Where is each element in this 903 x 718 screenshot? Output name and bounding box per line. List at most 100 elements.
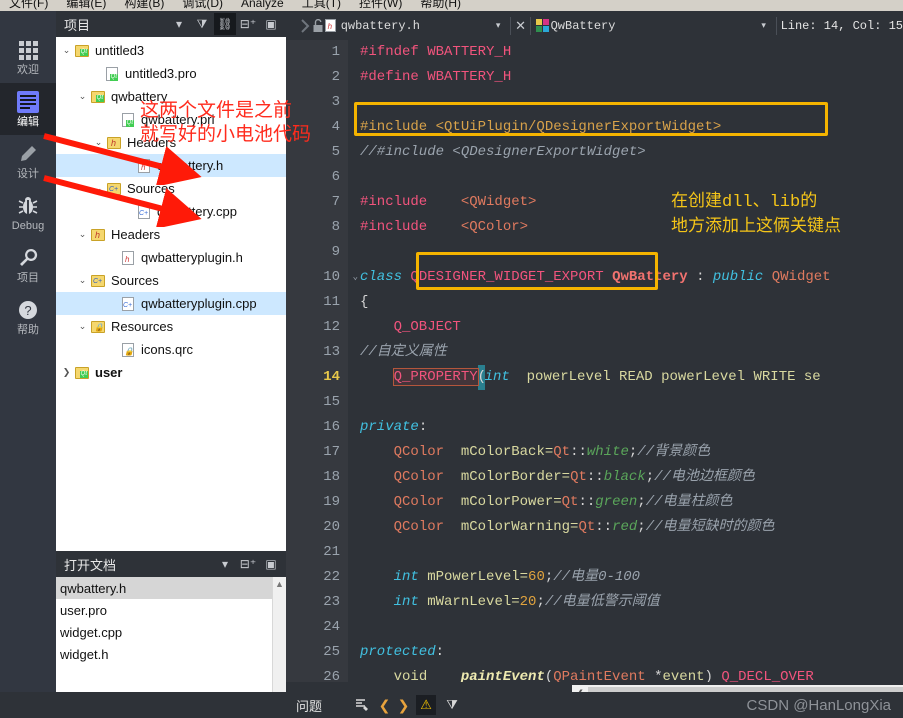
tree-row[interactable]: ⌄ icons.qrc — [56, 338, 286, 361]
expand-arrow-icon[interactable]: ⌄ — [76, 91, 89, 102]
tree-row[interactable]: ⌄ qwbattery.pri — [56, 108, 286, 131]
tree-row[interactable]: ⌄ qwbattery.cpp — [56, 200, 286, 223]
expand-arrow-icon[interactable]: ⌄ — [92, 137, 105, 148]
mode-debug[interactable]: Debug — [0, 187, 56, 239]
menu-bar: 文件(F) 编辑(E) 构建(B) 调试(D) Analyze 工具(T) 控件… — [0, 0, 903, 11]
mode-edit[interactable]: 编辑 — [0, 83, 56, 135]
next-issue-icon[interactable]: ❯ — [397, 695, 410, 715]
code-token: //电量短缺时的颜色 — [645, 519, 775, 535]
filter-icon[interactable]: ⧩ — [442, 695, 462, 715]
line-number-gutter: 1 2 3 4 5 6 7 8 9 10 ⌄ 11 12 13 14 15 16… — [286, 40, 358, 682]
h-file-icon — [135, 158, 153, 173]
filter-list-icon[interactable] — [352, 695, 372, 715]
file-chevron-down-icon[interactable]: ▾ — [490, 20, 507, 31]
tree-row[interactable]: ⌄ qwbattery — [56, 85, 286, 108]
collapse-icon[interactable]: ▣ — [260, 553, 282, 575]
open-document-label: widget.cpp — [60, 624, 123, 640]
link-icon[interactable]: ⛓ — [214, 13, 236, 35]
mode-design[interactable]: 设计 — [0, 135, 56, 187]
split-add-icon[interactable]: ⊟⁺ — [237, 13, 259, 35]
tree-row[interactable]: ⌄ qwbatteryplugin.h — [56, 246, 286, 269]
line-number: 12 — [323, 319, 340, 335]
menu-item-tools[interactable]: 工具(T) — [293, 0, 350, 9]
expand-arrow-icon[interactable]: ⌄ — [60, 45, 73, 56]
line-number: 23 — [323, 594, 340, 610]
expand-arrow-icon[interactable]: ⌄ — [76, 321, 89, 332]
project-tree[interactable]: ⌄ untitled3 ⌄ untitled3.pro ⌄ qwbattery … — [56, 37, 286, 551]
code-line: private: — [360, 419, 428, 435]
tree-row[interactable]: ⌄ Sources — [56, 177, 286, 200]
code-line: int mWarnLevel=20;//电量低警示阈值 — [393, 594, 660, 610]
code-token: public — [712, 269, 764, 285]
tree-row-label: Sources — [111, 273, 159, 288]
collapse-icon[interactable]: ▣ — [260, 13, 282, 35]
code-token: private — [360, 419, 419, 435]
code-token: #include — [360, 219, 461, 235]
tree-row[interactable]: ⌄ Headers — [56, 131, 286, 154]
tree-row-label: Resources — [111, 319, 174, 334]
close-icon[interactable]: ✕ — [515, 18, 526, 34]
tree-row[interactable]: ⌄ untitled3 — [56, 39, 286, 62]
menu-item-build[interactable]: 构建(B) — [115, 0, 173, 9]
filter-icon[interactable]: ⧩ — [191, 13, 213, 35]
unlock-icon[interactable] — [311, 18, 325, 33]
expand-arrow-icon: ⌄ — [90, 68, 103, 79]
mode-projects[interactable]: 项目 — [0, 239, 56, 291]
chevron-down-icon[interactable]: ▾ — [214, 553, 236, 575]
code-editor: chevron-left-icon qwbattery.h ▾ ✕ QwBa — [286, 11, 903, 718]
expand-arrow-icon[interactable]: ⌄ — [76, 275, 89, 286]
mode-debug-label: Debug — [11, 220, 45, 232]
tree-row-label: untitled3 — [95, 43, 145, 58]
mode-design-label: 设计 — [17, 168, 39, 180]
menu-item-help[interactable]: 帮助(H) — [411, 0, 470, 9]
chevron-right-icon[interactable] — [298, 18, 310, 33]
qt-file-icon — [119, 112, 137, 127]
open-document-label: user.pro — [60, 602, 107, 618]
code-line: Q_PROPERTY(int powerLevel READ powerLeve… — [348, 365, 903, 390]
warning-icon[interactable]: ⚠ — [416, 695, 437, 715]
tree-row[interactable]: ⌄ Headers — [56, 223, 286, 246]
tree-row[interactable]: ⌄ Sources — [56, 269, 286, 292]
menu-item-analyze[interactable]: Analyze — [232, 0, 293, 9]
code-lines[interactable]: #ifndef WBATTERY_H #define WBATTERY_H #i… — [348, 40, 903, 682]
tree-row-qwbatteryplugin-cpp[interactable]: ⌄ qwbatteryplugin.cpp — [56, 292, 286, 315]
tree-row-label: qwbatteryplugin.h — [141, 250, 243, 265]
prev-issue-icon[interactable]: ❮ — [378, 695, 391, 715]
tree-row[interactable]: ⌄ Resources — [56, 315, 286, 338]
menu-item-debug[interactable]: 调试(D) — [173, 0, 232, 9]
tree-row-user[interactable]: ❯ user — [56, 361, 286, 384]
mode-welcome[interactable]: 欢迎 — [0, 31, 56, 83]
tree-row-label: qwbattery — [111, 89, 168, 104]
code-line: protected: — [360, 644, 445, 660]
symbol-chevron-down-icon[interactable]: ▾ — [755, 20, 772, 31]
line-number: 20 — [323, 519, 340, 535]
line-number: 25 — [323, 644, 340, 660]
tree-row-label: icons.qrc — [141, 342, 194, 357]
wrench-icon — [16, 246, 40, 270]
tree-row[interactable]: ⌄ untitled3.pro — [56, 62, 286, 85]
scroll-up-icon[interactable]: ▲ — [273, 577, 286, 591]
tree-row-label: qwbattery.h — [157, 158, 224, 173]
issues-label[interactable]: 问题 — [286, 696, 322, 715]
open-document-item[interactable]: user.pro — [56, 599, 286, 621]
expand-arrow-icon[interactable]: ⌄ — [76, 229, 89, 240]
menu-item-window[interactable]: 控件(W) — [350, 0, 411, 9]
open-document-item[interactable]: qwbattery.h — [56, 577, 286, 599]
open-document-item[interactable]: widget.h — [56, 643, 286, 665]
line-number: 15 — [323, 394, 340, 410]
code-token: QColor — [393, 494, 445, 510]
code-area[interactable]: 1 2 3 4 5 6 7 8 9 10 ⌄ 11 12 13 14 15 16… — [286, 40, 903, 682]
tree-row-qwbattery-h[interactable]: ⌄ qwbattery.h — [56, 154, 286, 177]
chevron-down-icon[interactable]: ▾ — [168, 13, 190, 35]
mode-help[interactable]: ? 帮助 — [0, 291, 56, 343]
menu-item-edit[interactable]: 编辑(E) — [57, 0, 115, 9]
status-bar: 问题 ❮ ❯ ⚠ ⧩ CSDN @HanLongXia — [286, 692, 903, 718]
menu-item-file[interactable]: 文件(F) — [0, 0, 57, 9]
collapse-arrow-icon[interactable]: ❯ — [60, 367, 73, 378]
qt-folder-icon — [89, 90, 107, 103]
expand-arrow-icon[interactable]: ⌄ — [92, 183, 105, 194]
split-add-icon[interactable]: ⊟⁺ — [237, 553, 259, 575]
line-number: 24 — [323, 619, 340, 635]
open-document-item[interactable]: widget.cpp — [56, 621, 286, 643]
